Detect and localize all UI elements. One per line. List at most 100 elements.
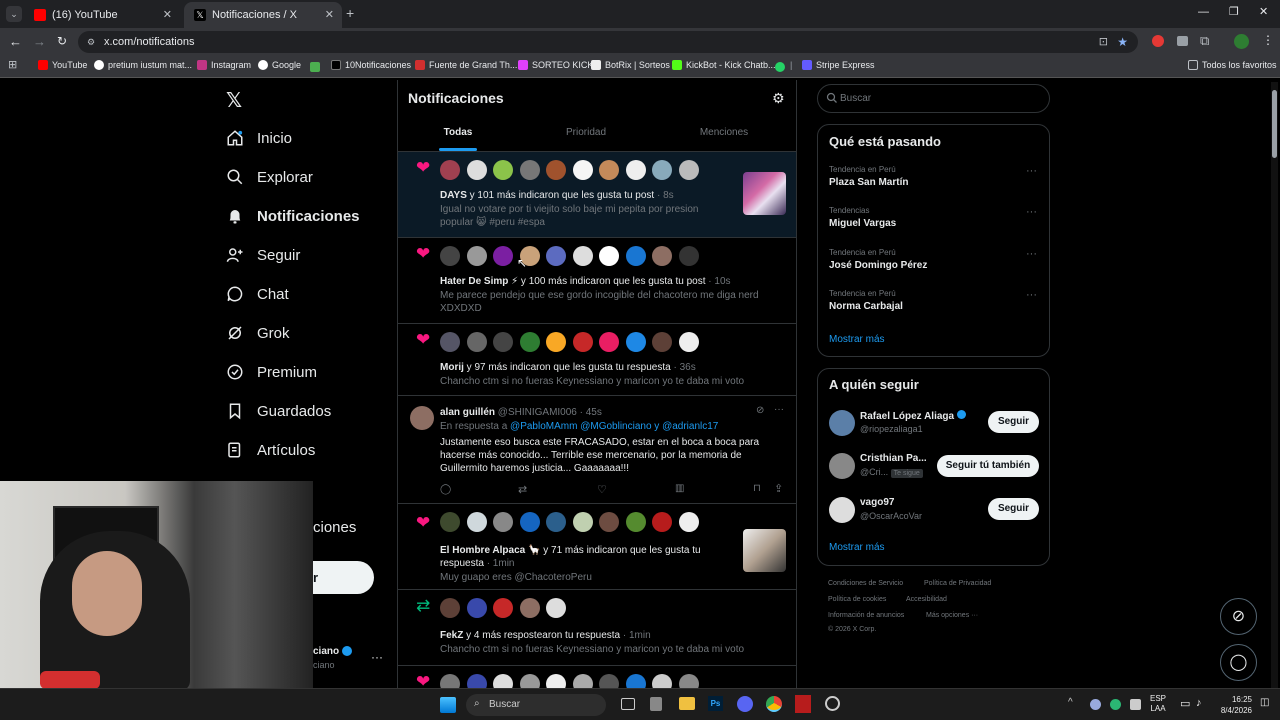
avatar[interactable]: [572, 512, 593, 532]
avatar[interactable]: [546, 598, 566, 618]
trend-more-icon[interactable]: ···: [1026, 248, 1037, 260]
avatar[interactable]: [410, 406, 434, 430]
sidebar-item-articulos[interactable]: Artículos: [226, 435, 315, 465]
tray-chevron-icon[interactable]: ^: [1068, 697, 1073, 708]
search-box[interactable]: Buscar: [817, 84, 1050, 113]
messages-float-button[interactable]: ◯: [1220, 644, 1257, 681]
avatar[interactable]: [652, 246, 672, 266]
taskbar-search[interactable]: ⌕ Buscar: [466, 694, 606, 716]
notification-item[interactable]: ⇄ FekZ y 4 más respostearon tu respuesta…: [398, 590, 796, 666]
tab-x[interactable]: 𝕏 Notificaciones / X ✕: [184, 2, 342, 28]
site-info-icon[interactable]: ⚙: [87, 31, 95, 53]
bookmark-item[interactable]: YouTube: [38, 60, 87, 70]
bookmark-item[interactable]: 10Notificaciones: [331, 60, 411, 70]
forward-icon[interactable]: →: [33, 34, 46, 49]
share-icon[interactable]: ⇪: [774, 482, 783, 495]
chrome-icon[interactable]: [766, 696, 782, 712]
grok-float-button[interactable]: ⊘: [1220, 598, 1257, 635]
trend-more-icon[interactable]: ···: [1026, 289, 1037, 301]
clock[interactable]: 16:25 8/4/2026: [1216, 694, 1252, 716]
restore-button[interactable]: ❐: [1229, 5, 1239, 18]
avatar[interactable]: [625, 332, 646, 352]
avatar[interactable]: [493, 246, 513, 266]
all-bookmarks-folder[interactable]: Todos los favoritos: [1188, 60, 1277, 70]
avatar[interactable]: [625, 512, 646, 532]
avatar[interactable]: [466, 160, 487, 180]
follow-name[interactable]: Rafael López Aliaga: [860, 410, 966, 422]
avatar[interactable]: [519, 598, 540, 618]
follow-name[interactable]: Cristhian Pa...: [860, 453, 927, 464]
notification-item[interactable]: ❤ DAYS y 101 más indicaron que les gusta…: [398, 152, 796, 238]
extension-icon[interactable]: [1152, 35, 1164, 47]
whatsapp-icon[interactable]: [775, 62, 785, 72]
avatar[interactable]: [546, 160, 566, 180]
avatar[interactable]: [599, 160, 619, 180]
sidebar-item-notificaciones[interactable]: Notificaciones: [226, 201, 360, 231]
sidebar-item-grok[interactable]: Grok: [226, 318, 290, 348]
avatar[interactable]: [493, 598, 513, 618]
sidebar-item-seguir[interactable]: Seguir: [226, 240, 300, 270]
bookmark-item[interactable]: pretium iustum mat...: [94, 60, 192, 70]
extensions-puzzle-icon[interactable]: ⧉: [1200, 33, 1209, 49]
avatar[interactable]: [493, 160, 513, 180]
follow-button[interactable]: Seguir: [988, 498, 1039, 520]
file-explorer-icon[interactable]: [679, 697, 695, 710]
sidebar-item-partial[interactable]: ciones: [313, 519, 356, 536]
avatar[interactable]: [599, 246, 619, 266]
avatar[interactable]: [440, 160, 460, 180]
footer-link[interactable]: Información de anuncios: [828, 612, 904, 619]
windows-start-icon[interactable]: [440, 697, 456, 713]
trend-item[interactable]: Tendencia en Perú José Domingo Pérez: [829, 248, 927, 271]
sidebar-item-guardados[interactable]: Guardados: [226, 396, 331, 426]
bookmark-icon[interactable]: ⊓: [753, 483, 761, 494]
avatar[interactable]: [678, 332, 699, 352]
close-icon[interactable]: ✕: [163, 8, 172, 21]
footer-link[interactable]: Accesibilidad: [906, 596, 947, 603]
follow-name[interactable]: vago97: [860, 497, 894, 508]
trend-more-icon[interactable]: ···: [1026, 206, 1037, 218]
show-more-link[interactable]: Mostrar más: [829, 334, 885, 345]
avatar[interactable]: [829, 453, 855, 479]
avatar[interactable]: [652, 332, 672, 352]
avatar[interactable]: [440, 332, 460, 352]
sidebar-item-chat[interactable]: Chat: [226, 279, 289, 309]
trend-more-icon[interactable]: ···: [1026, 165, 1037, 177]
tab-todas[interactable]: Todas: [398, 120, 518, 152]
tab-youtube[interactable]: (16) YouTube ✕: [24, 2, 180, 28]
follow-button[interactable]: Seguir: [988, 411, 1039, 433]
bookmark-item[interactable]: BotRix | Sorteos: [591, 60, 670, 70]
sidebar-item-premium[interactable]: Premium: [226, 357, 317, 387]
pinwheel-bookmark-icon[interactable]: [310, 62, 320, 72]
bookmark-item[interactable]: Stripe Express: [802, 60, 875, 70]
show-more-link[interactable]: Mostrar más: [829, 542, 885, 553]
footer-link[interactable]: Más opciones ···: [926, 612, 978, 619]
minimize-button[interactable]: —: [1198, 6, 1209, 18]
photoshop-icon[interactable]: Ps: [708, 696, 723, 711]
trend-item[interactable]: Tendencia en Perú Plaza San Martín: [829, 165, 908, 188]
notification-item[interactable]: ❤ Morij y 97 más indicaron que les gusta…: [398, 324, 796, 396]
bookmark-star-icon[interactable]: ★: [1117, 31, 1128, 53]
avatar[interactable]: [440, 512, 460, 532]
avatar[interactable]: [440, 598, 460, 618]
page-scrollbar[interactable]: [1271, 82, 1278, 688]
new-tab-button[interactable]: +: [346, 6, 354, 20]
account-name-partial[interactable]: ciano: [313, 646, 352, 657]
repost-icon[interactable]: ⇄: [518, 483, 527, 496]
tab-menciones[interactable]: Menciones: [664, 120, 784, 152]
avatar[interactable]: [625, 160, 646, 180]
app-icon[interactable]: [795, 695, 811, 713]
url-input[interactable]: ⚙ x.com/notifications ⊡ ★: [78, 31, 1138, 53]
extension-icon[interactable]: [1177, 36, 1188, 46]
install-app-icon[interactable]: ⊡: [1099, 31, 1108, 53]
back-icon[interactable]: ←: [9, 34, 22, 49]
sidebar-item-explorar[interactable]: Explorar: [226, 162, 313, 192]
avatar[interactable]: [572, 160, 593, 180]
x-logo[interactable]: 𝕏: [226, 88, 242, 113]
tab-search-button[interactable]: ⌄: [6, 6, 22, 22]
avatar[interactable]: [519, 332, 540, 352]
avatar[interactable]: [572, 246, 593, 266]
tray-icon[interactable]: [1130, 699, 1141, 710]
close-window-button[interactable]: ✕: [1259, 5, 1268, 18]
reply-icon[interactable]: ◯: [440, 484, 451, 495]
bookmark-item[interactable]: Instagram: [197, 60, 251, 70]
